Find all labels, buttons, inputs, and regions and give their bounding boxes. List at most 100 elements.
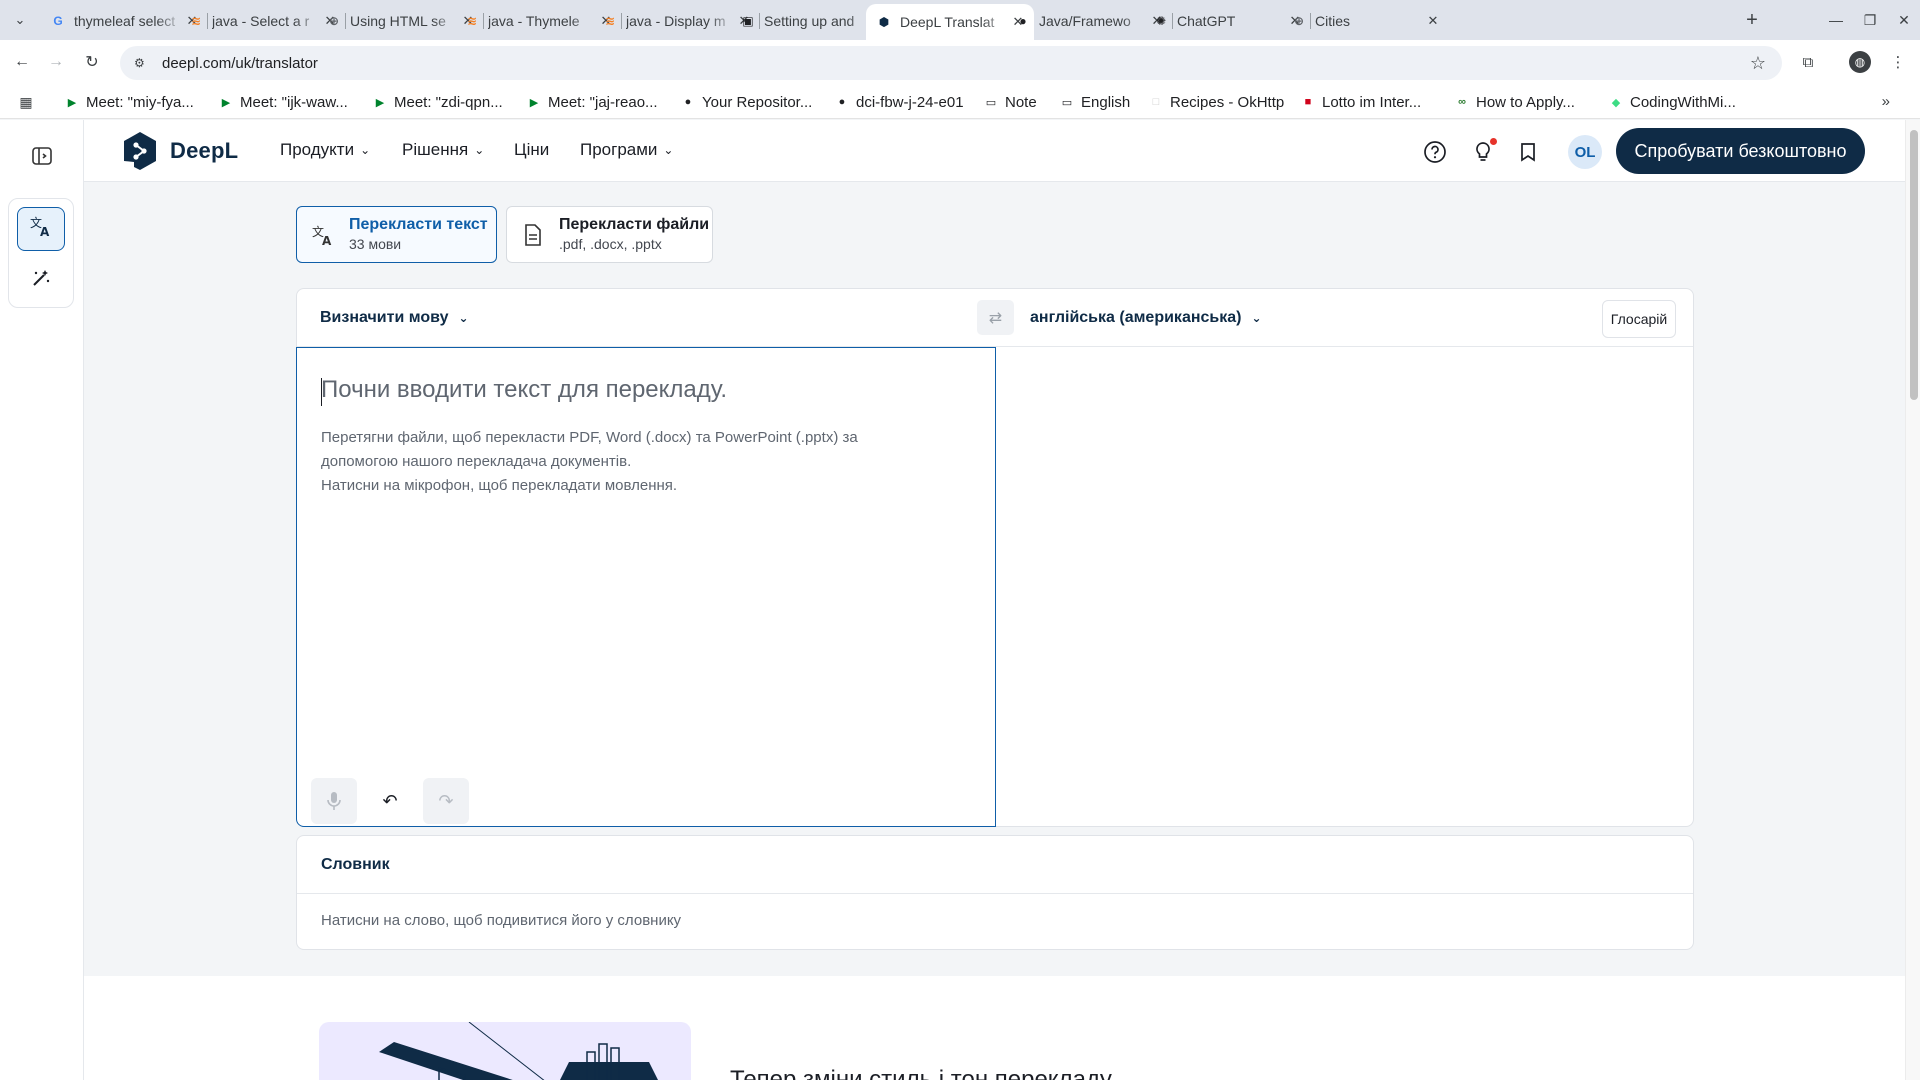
nav-label: Рішення	[402, 140, 469, 159]
minimize-icon[interactable]: —	[1824, 8, 1848, 32]
forward-arrow-icon[interactable]: →	[42, 48, 70, 76]
bookmark-item[interactable]: ● dci-fbw-j-24-e01	[834, 91, 964, 113]
nav-label: Ціни	[514, 140, 550, 159]
nav-label: Програми	[580, 140, 658, 159]
nav-pricing[interactable]: Ціни	[514, 140, 549, 160]
nav-label: Продукти	[280, 140, 355, 159]
promo-illustration	[319, 1022, 691, 1080]
bookmark-icon[interactable]	[1514, 138, 1542, 166]
swap-languages-button[interactable]: ⇄	[977, 300, 1014, 335]
bookmark-item[interactable]: ◆ CodingWithMi...	[1608, 91, 1736, 113]
user-avatar[interactable]: OL	[1568, 135, 1602, 169]
tab-close-icon[interactable]: ✕	[1425, 13, 1441, 29]
source-language-label: Визначити мову	[320, 309, 449, 326]
url-text: deepl.com/uk/translator	[162, 54, 318, 72]
site-info-icon[interactable]: ⚙	[134, 56, 150, 70]
bookmark-star-icon[interactable]: ☆	[1750, 53, 1766, 74]
bookmark-label: dci-fbw-j-24-e01	[856, 93, 964, 111]
nav-apps[interactable]: Програми ⌄	[580, 140, 673, 160]
tab-title: Cities	[1315, 13, 1351, 29]
bookmark-item[interactable]: ▶ Meet: "ijk-waw...	[218, 91, 348, 113]
target-language-select[interactable]: англійська (американська) ⌄	[1030, 309, 1262, 327]
bookmark-folder[interactable]: ▭ English	[1059, 91, 1130, 113]
bookmark-folder[interactable]: ▭ Note	[983, 91, 1037, 113]
bookmark-label: Meet: "miy-fya...	[86, 93, 194, 111]
address-bar[interactable]: ⚙ deepl.com/uk/translator ☆	[120, 46, 1782, 80]
source-hints: Перетягни файли, щоб перекласти PDF, Wor…	[321, 426, 921, 498]
divider	[297, 893, 1693, 894]
deepl-logo[interactable]: DeepL	[122, 131, 238, 171]
tab-search-chevron-icon[interactable]: ⌄	[8, 8, 32, 32]
tab-title: Setting up and	[764, 13, 855, 29]
terminal-icon: ▣	[742, 14, 754, 28]
back-arrow-icon[interactable]: ←	[8, 48, 36, 76]
browser-toolbar: ← → ↻ ⚙ deepl.com/uk/translator ☆ ⧉ ◍ ⋮	[0, 40, 1920, 85]
promo-title: Тепер зміни стиль і тон перекладу	[730, 1066, 1112, 1080]
mode-title: Перекласти текст	[349, 216, 488, 233]
glossary-button[interactable]: Глосарій	[1602, 300, 1676, 338]
source-text-input[interactable]: Почни вводити текст для перекладу. Перет…	[296, 347, 996, 827]
undo-button[interactable]: ↶	[367, 778, 413, 824]
tab-title: java - Select a r	[212, 13, 310, 29]
nav-solutions[interactable]: Рішення ⌄	[402, 140, 484, 160]
tab-title: thymeleaf select	[74, 13, 176, 29]
lightbulb-icon[interactable]	[1469, 138, 1497, 166]
redo-button[interactable]: ↷	[423, 778, 469, 824]
bookmark-item[interactable]: □ Recipes - OkHttp	[1148, 91, 1285, 113]
microphone-icon	[327, 792, 341, 810]
nav-products[interactable]: Продукти ⌄	[280, 140, 370, 160]
page-scrollbar[interactable]	[1905, 120, 1920, 1080]
reload-icon[interactable]: ↻	[78, 48, 106, 76]
github-icon: ●	[838, 96, 846, 108]
translator-tool-button[interactable]: 文A	[17, 207, 65, 251]
write-tool-button[interactable]	[17, 259, 65, 303]
help-icon[interactable]	[1421, 138, 1449, 166]
bookmark-label: How to Apply...	[1476, 93, 1575, 111]
bookmark-item[interactable]: ▶ Meet: "jaj-reao...	[526, 91, 658, 113]
more-bookmarks-chevron-icon[interactable]: »	[1882, 93, 1890, 110]
bookmark-item[interactable]: ▶ Meet: "miy-fya...	[64, 91, 194, 113]
tab-title: DeepL Translat	[900, 14, 995, 30]
browser-tab[interactable]: ⊕ Cities ✕	[1281, 6, 1449, 36]
chevron-down-icon: ⌄	[458, 311, 469, 325]
meet-icon: ▶	[529, 96, 539, 109]
chevron-down-icon: ⌄	[474, 143, 485, 157]
bookmarks-bar: ▦ ▶ Meet: "miy-fya... ▶ Meet: "ijk-waw... …	[0, 85, 1920, 119]
meet-icon: ▶	[67, 96, 77, 109]
dictionary-hint: Натисни на слово, щоб подивитися його у …	[321, 912, 682, 929]
bookmark-item[interactable]: ∞ How to Apply...	[1454, 91, 1575, 113]
browser-menu-icon[interactable]: ⋮	[1886, 50, 1910, 74]
try-free-button[interactable]: Спробувати безкоштовно	[1616, 128, 1865, 174]
microphone-button[interactable]	[311, 778, 357, 824]
tab-translate-text[interactable]: 文A Перекласти текст 33 мови	[296, 206, 497, 263]
mode-subtitle: .pdf, .docx, .pptx	[559, 236, 662, 252]
translate-icon: 文A	[29, 214, 53, 244]
bookmark-item[interactable]: ● Your Repositor...	[680, 91, 813, 113]
browser-tab-strip: ⌄ G thymeleaf select ✕ ≋ java - Select a…	[0, 0, 1920, 40]
hint-microphone: Натисни на мікрофон, щоб перекладати мов…	[321, 477, 678, 494]
blank-page-icon: □	[1152, 96, 1160, 108]
close-window-icon[interactable]: ✕	[1892, 8, 1916, 32]
sidebar-toggle-icon[interactable]	[28, 142, 56, 170]
tab-title: Using HTML se	[350, 13, 446, 29]
openai-icon: ✺	[1155, 14, 1167, 28]
extensions-puzzle-icon[interactable]: ⧉	[1796, 50, 1820, 74]
restore-icon[interactable]: ❐	[1858, 8, 1882, 32]
bookmark-item[interactable]: ■ Lotto im Inter...	[1300, 91, 1422, 113]
source-language-select[interactable]: Визначити мову ⌄	[320, 309, 469, 327]
dictionary-title: Словник	[321, 856, 390, 873]
bookmark-label: Meet: "zdi-qpn...	[394, 93, 503, 111]
tab-translate-files[interactable]: Перекласти файли .pdf, .docx, .pptx	[506, 206, 713, 263]
new-tab-plus-icon[interactable]: +	[1740, 8, 1764, 32]
bookmark-item[interactable]: ▶ Meet: "zdi-qpn...	[372, 91, 503, 113]
stack-overflow-icon: ≋	[604, 14, 616, 28]
site-header: DeepL Продукти ⌄ Рішення ⌄ Ціни Програми ⌄ …	[84, 120, 1905, 182]
lotto-icon: ■	[1304, 96, 1312, 108]
apps-grid-icon[interactable]: ▦	[16, 92, 36, 112]
bookmark-label: Lotto im Inter...	[1322, 93, 1422, 111]
scrollbar-thumb[interactable]	[1910, 130, 1918, 400]
mode-title: Перекласти файли	[559, 216, 710, 233]
profile-icon[interactable]: ◍	[1848, 50, 1872, 74]
meet-icon: ▶	[221, 96, 231, 109]
google-icon: G	[53, 14, 63, 28]
